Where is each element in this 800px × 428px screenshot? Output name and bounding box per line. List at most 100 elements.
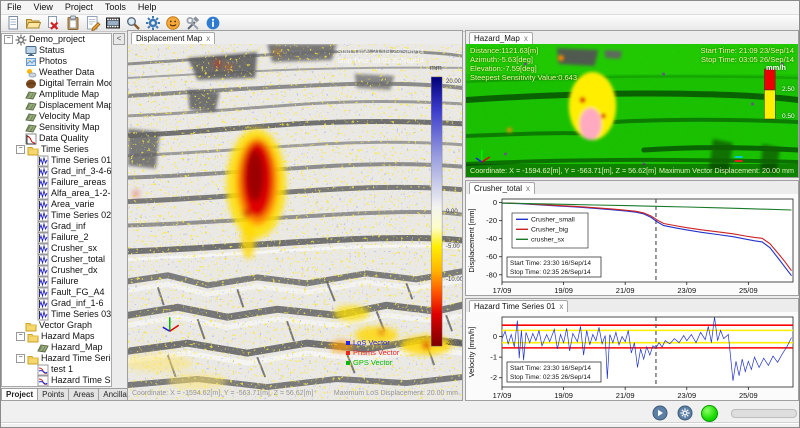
project-tree-panel: −Demo_projectStatusPhotosWeather DataDig… (1, 33, 112, 387)
vector-legend-item: GPS Vector (346, 358, 399, 368)
tab-label: Hazard_Map (474, 33, 520, 44)
close-tab-icon[interactable]: x (524, 35, 528, 43)
displacement-map-canvas[interactable] (128, 44, 462, 400)
crusher-total-panel: Crusher_total x 0-20-40-60-8017/0919/092… (465, 180, 799, 296)
tab-label: Hazard Time Series 01 (474, 301, 555, 312)
tab-hazard-time-series[interactable]: Hazard Time Series 01 x (469, 300, 568, 312)
colorbar-tick: -5.00 (446, 244, 460, 250)
svg-text:Start Time: 23:30 16/Sep/14: Start Time: 23:30 16/Sep/14 (510, 260, 591, 267)
colorbar-unit-label: mm (430, 65, 442, 72)
tree-item-demo-project[interactable]: −Demo_project (2, 34, 111, 45)
svg-text:23/09: 23/09 (677, 286, 696, 295)
tree-item-fault-fg-a4[interactable]: Fault_FG_A4 (2, 287, 111, 298)
hazard-colorbar-tick: 0.50 (782, 113, 795, 120)
tree-item-photos[interactable]: Photos (2, 56, 111, 67)
svg-text:19/09: 19/09 (554, 286, 573, 295)
svg-text:-2: -2 (490, 373, 497, 382)
svg-text:-20: -20 (486, 216, 497, 225)
legend-swatch (346, 361, 350, 365)
playback-settings-button[interactable] (677, 405, 693, 421)
tree-item-hazard-time-series[interactable]: −Hazard Time Series (2, 353, 111, 364)
hazard-colorbar-unit: mm/h (766, 63, 786, 72)
paste-icon[interactable] (63, 14, 83, 32)
menu-help[interactable]: Help (132, 1, 163, 14)
close-tab-icon[interactable]: x (559, 303, 563, 311)
svg-text:17/09: 17/09 (493, 286, 512, 295)
menu-project[interactable]: Project (59, 1, 99, 14)
tab-hazard-map[interactable]: Hazard_Map x (469, 32, 533, 44)
tree-item-vector-graph[interactable]: Vector Graph (2, 320, 111, 331)
tree-item-velocity-map[interactable]: Velocity Map (2, 111, 111, 122)
menu-bar: FileViewProjectToolsHelp (1, 1, 799, 15)
hazard-time-series-panel: Hazard Time Series 01 x 0-1-217/0919/092… (465, 298, 799, 401)
coordinate-readout: Coordinate: X = -1594.62[m], Y = -563.71… (132, 390, 313, 397)
edit-notes-icon[interactable] (83, 14, 103, 32)
tree-item-status[interactable]: Status (2, 45, 111, 56)
tab-crusher-total[interactable]: Crusher_total x (469, 182, 535, 194)
statusbar-divider (1, 422, 799, 424)
tree-item-hazard-maps[interactable]: −Hazard Maps (2, 331, 111, 342)
tree-item-hazard-map[interactable]: Hazard_Map (2, 342, 111, 353)
tree-item-displacement-map[interactable]: Displacement Map (2, 100, 111, 111)
tree-item-failure-2[interactable]: Failure_2 (2, 232, 111, 243)
menu-tools[interactable]: Tools (99, 1, 132, 14)
play-button[interactable] (652, 405, 668, 421)
sidebar-tab-areas[interactable]: Areas (68, 388, 99, 401)
svg-text:25/09: 25/09 (739, 286, 758, 295)
hazard-time-series-chart[interactable]: 0-1-217/0919/0921/0923/0925/09Velocity [… (466, 312, 798, 400)
collapse-node-icon[interactable]: − (4, 35, 13, 44)
tree-item-crusher-total[interactable]: Crusher_total (2, 254, 111, 265)
tree-item-sensitivity-map[interactable]: Sensitivity Map (2, 122, 111, 133)
delete-project-icon[interactable] (43, 14, 63, 32)
tree-item-failure-areas[interactable]: Failure_areas (2, 177, 111, 188)
crusher-total-chart[interactable]: 0-20-40-60-8017/0919/0921/0923/0925/09Di… (466, 194, 798, 295)
hazard-time-series-tabbar: Hazard Time Series 01 x (466, 299, 798, 313)
tab-displacement-map[interactable]: Displacement Map x (131, 32, 215, 44)
tree-item-time-series-02[interactable]: Time Series 02 (2, 210, 111, 221)
open-project-icon[interactable] (23, 14, 43, 32)
close-tab-icon[interactable]: x (206, 35, 210, 43)
svg-text:-60: -60 (486, 252, 497, 261)
displacement-map-tabbar: Displacement Map x (128, 31, 462, 45)
menu-view[interactable]: View (28, 1, 59, 14)
tree-item-weather-data[interactable]: Weather Data (2, 67, 111, 78)
hazard-map-view[interactable]: Distance:1121.63[m] Azimuth:-5.63[deg] E… (466, 44, 798, 177)
svg-text:Stop Time: 02:35 26/Sep/14: Stop Time: 02:35 26/Sep/14 (510, 374, 591, 381)
tree-item-crusher-dx[interactable]: Crusher_dx (2, 265, 111, 276)
tree-item-time-series-03[interactable]: Time Series 03 (2, 309, 111, 320)
vector-legend-item: LoS Vector (346, 338, 399, 348)
tree-item-area-varie[interactable]: Area_varie (2, 199, 111, 210)
hazard-colorbar-tick: 2.50 (782, 86, 795, 93)
hazard-map-tabbar: Hazard_Map x (466, 31, 798, 45)
menu-file[interactable]: File (1, 1, 28, 14)
tree-item-amplitude-map[interactable]: Amplitude Map (2, 89, 111, 100)
tree-item-digital-terrain-model[interactable]: Digital Terrain Model (2, 78, 111, 89)
tree-item-failure[interactable]: Failure (2, 276, 111, 287)
svg-text:-80: -80 (486, 270, 497, 279)
tree-item-hazard-time-series-01[interactable]: Hazard Time Series 01 (2, 375, 111, 386)
tree-item-test-1[interactable]: test 1 (2, 364, 111, 375)
collapse-node-icon[interactable]: − (16, 332, 25, 341)
tree-item-grad-inf-1-6[interactable]: Grad_inf_1-6 (2, 298, 111, 309)
sidebar-tab-project[interactable]: Project (1, 388, 38, 401)
tree-item-crusher-sx[interactable]: Crusher_sx (2, 243, 111, 254)
project-tree: −Demo_projectStatusPhotosWeather DataDig… (2, 34, 111, 386)
new-document-icon[interactable] (3, 14, 23, 32)
status-bar (1, 401, 799, 428)
close-tab-icon[interactable]: x (526, 185, 530, 193)
collapse-node-icon[interactable]: − (16, 354, 25, 363)
vector-legend: LoS VectorPrisms VectorGPS Vector (346, 338, 399, 368)
displacement-map-view[interactable]: Start Time: 21:09 23/Sep/14 Stop Time: 0… (128, 44, 462, 400)
tree-item-alfa-area-1-2-3-4[interactable]: Alfa_area_1-2-3-4 (2, 188, 111, 199)
system-status-light (701, 405, 718, 422)
movie-export-icon[interactable] (103, 14, 123, 32)
tree-item-data-quality[interactable]: Data Quality (2, 133, 111, 144)
collapse-node-icon[interactable]: − (16, 145, 25, 154)
tree-item-time-series-01[interactable]: Time Series 01 (2, 155, 111, 166)
collapse-tree-button[interactable]: < (113, 33, 125, 45)
tree-item-grad-inf-3-4-6[interactable]: Grad_inf_3-4-6 (2, 166, 111, 177)
tree-item-grad-inf[interactable]: Grad_inf (2, 221, 111, 232)
svg-text:19/09: 19/09 (554, 391, 573, 400)
tree-item-time-series[interactable]: −Time Series (2, 144, 111, 155)
sidebar-tab-points[interactable]: Points (37, 388, 69, 401)
